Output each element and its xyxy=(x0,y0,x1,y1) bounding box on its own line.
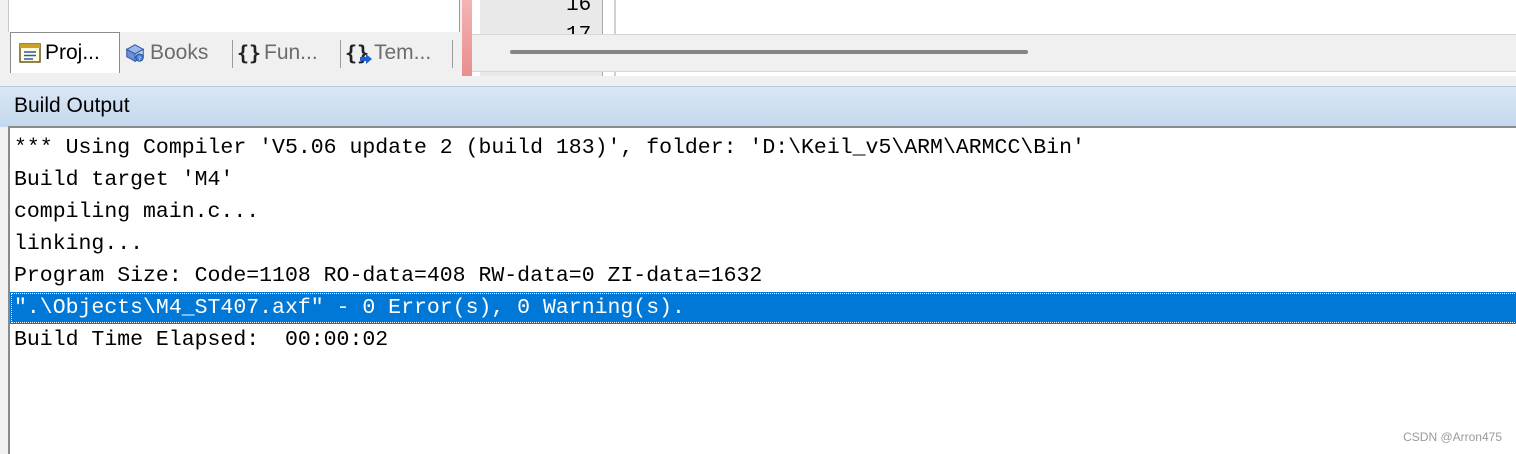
project-icon xyxy=(19,42,41,64)
build-output-title: Build Output xyxy=(14,94,130,117)
output-line[interactable]: linking... xyxy=(10,228,1516,260)
tab-project[interactable]: Proj... xyxy=(10,32,120,73)
line-number: 16 xyxy=(566,0,592,17)
tab-divider xyxy=(340,40,341,68)
tab-templates[interactable]: {} Tem... xyxy=(344,36,448,70)
panel-splitter[interactable] xyxy=(462,0,472,76)
tab-project-label: Proj... xyxy=(45,41,100,64)
books-icon: ? xyxy=(124,42,146,64)
tab-books-label: Books xyxy=(150,41,209,64)
watermark: CSDN @Arron475 xyxy=(1403,430,1502,444)
scrollbar-thumb[interactable] xyxy=(510,50,1028,54)
build-output-title-bar: Build Output xyxy=(0,86,1516,127)
build-output-text-area[interactable]: *** Using Compiler 'V5.06 update 2 (buil… xyxy=(8,126,1516,454)
tab-functions[interactable]: {} Fun... xyxy=(236,36,338,70)
functions-icon: {} xyxy=(236,41,262,65)
tab-divider xyxy=(232,40,233,68)
tab-templates-label: Tem... xyxy=(374,41,432,64)
output-line[interactable]: Build target 'M4' xyxy=(10,164,1516,196)
editor-window[interactable]: 16 17 18 xyxy=(472,0,1516,79)
tab-divider xyxy=(452,40,453,68)
output-line[interactable]: *** Using Compiler 'V5.06 update 2 (buil… xyxy=(10,132,1516,164)
svg-text:?: ? xyxy=(138,56,141,62)
tab-functions-label: Fun... xyxy=(264,41,318,64)
templates-icon: {} xyxy=(344,41,372,65)
output-line[interactable]: compiling main.c... xyxy=(10,196,1516,228)
top-panel-area: Proj... ? Books {} Fun... {} Tem... 16 xyxy=(0,0,1516,86)
project-window-pane[interactable] xyxy=(8,0,460,32)
horizontal-scrollbar[interactable] xyxy=(472,34,1516,72)
output-line[interactable]: Build Time Elapsed: 00:00:02 xyxy=(10,324,1516,356)
output-line[interactable]: Program Size: Code=1108 RO-data=408 RW-d… xyxy=(10,260,1516,292)
tab-books[interactable]: ? Books xyxy=(124,36,228,70)
project-tab-bar: Proj... ? Books {} Fun... {} Tem... xyxy=(10,32,460,76)
output-line-selected[interactable]: ".\Objects\M4_ST407.axf" - 0 Error(s), 0… xyxy=(10,292,1516,324)
